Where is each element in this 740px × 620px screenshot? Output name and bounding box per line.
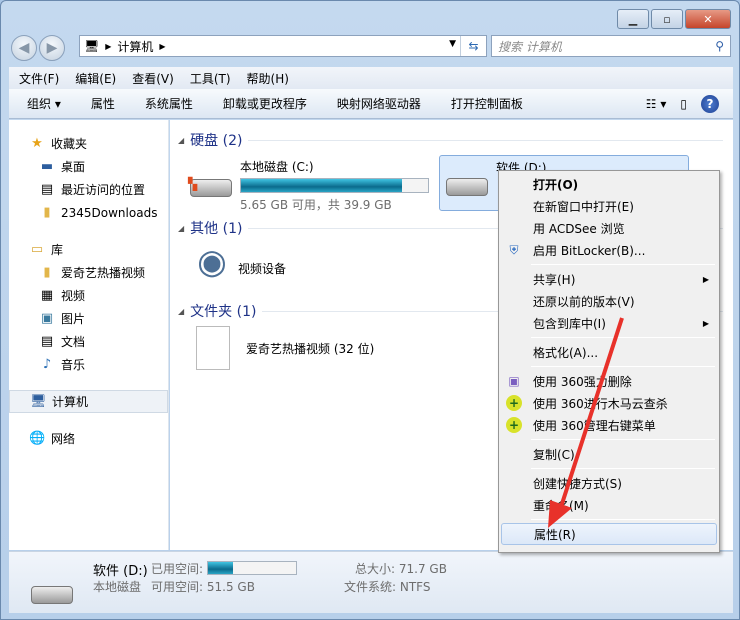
annotation-arrow [548, 317, 624, 528]
